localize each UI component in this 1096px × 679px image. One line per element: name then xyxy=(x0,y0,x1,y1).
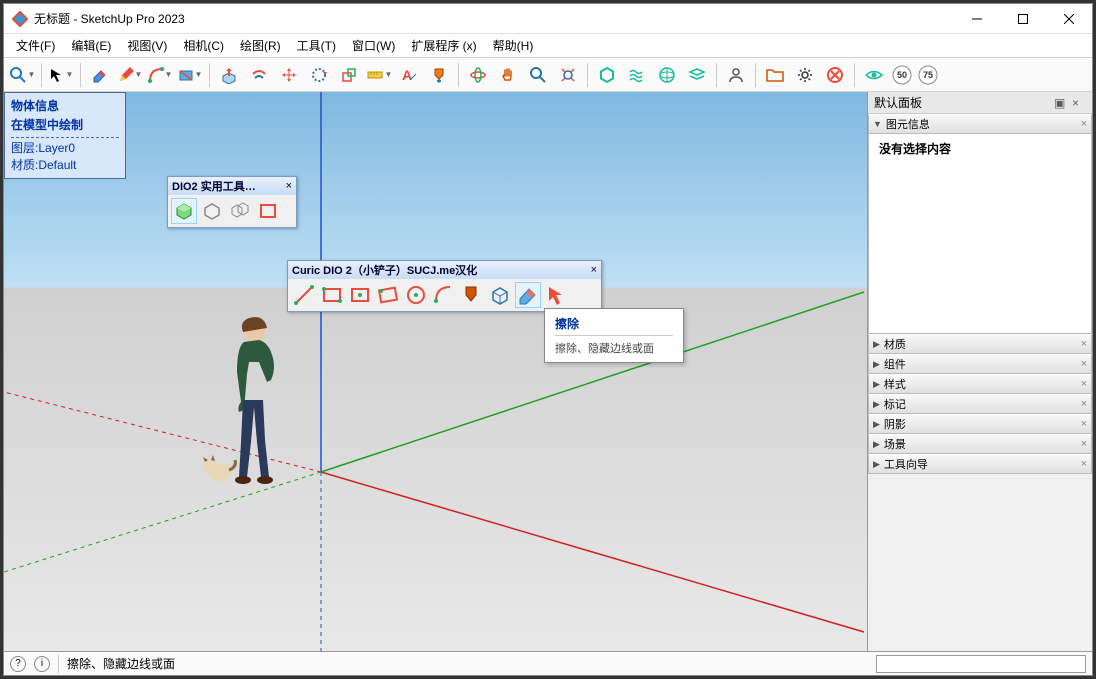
select-tool[interactable]: ▼ xyxy=(47,61,75,89)
curic-eraser-tool[interactable] xyxy=(515,282,541,308)
menu-camera[interactable]: 相机(C) xyxy=(175,35,232,56)
menu-help[interactable]: 帮助(H) xyxy=(485,35,542,56)
curic-circle-tool[interactable] xyxy=(403,282,429,308)
dio2-tools-panel[interactable]: DIO2 实用工具… × xyxy=(167,176,297,228)
paint-tool[interactable] xyxy=(425,61,453,89)
close-button[interactable] xyxy=(1046,4,1092,34)
ext-globe-tool[interactable] xyxy=(653,61,681,89)
info-heading1: 物体信息 xyxy=(11,97,119,116)
visibility-tool[interactable] xyxy=(860,61,888,89)
text-tool[interactable]: A xyxy=(395,61,423,89)
tray-close-icon[interactable]: × xyxy=(1072,96,1086,110)
pan-tool[interactable] xyxy=(494,61,522,89)
badge-50[interactable]: 50 xyxy=(890,61,914,89)
tray-item-components[interactable]: ▶组件× xyxy=(868,354,1092,374)
tray-item-instructor[interactable]: ▶工具向导× xyxy=(868,454,1092,474)
menu-draw[interactable]: 绘图(R) xyxy=(232,35,289,56)
minimize-button[interactable] xyxy=(954,4,1000,34)
arc-tool[interactable]: ▼ xyxy=(146,61,174,89)
curic-line-tool[interactable] xyxy=(291,282,317,308)
curic-rect-rotated-tool[interactable] xyxy=(375,282,401,308)
tooltip: 擦除 擦除、隐藏边线或面 xyxy=(544,308,684,363)
right-panel: 默认面板 ▣ × ▼ 图元信息 × 没有选择内容 ▶材质× ▶组件× ▶样式× … xyxy=(867,92,1092,651)
search-tool[interactable]: ▼ xyxy=(8,61,36,89)
curic-panel-close[interactable]: × xyxy=(591,264,597,276)
tooltip-title: 擦除 xyxy=(555,315,673,336)
titlebar: 无标题 - SketchUp Pro 2023 xyxy=(4,4,1092,34)
scale-figure xyxy=(199,312,309,492)
status-hint: 擦除、隐藏边线或面 xyxy=(67,655,175,672)
rotate-tool[interactable] xyxy=(305,61,333,89)
curic-rect-center-tool[interactable] xyxy=(347,282,373,308)
app-window: 无标题 - SketchUp Pro 2023 文件(F) 编辑(E) 视图(V… xyxy=(3,3,1093,676)
dio2-tool-4[interactable] xyxy=(255,198,281,224)
rectangle-tool[interactable]: ▼ xyxy=(176,61,204,89)
eraser-tool[interactable] xyxy=(86,61,114,89)
dio2-tool-2[interactable] xyxy=(199,198,225,224)
menubar: 文件(F) 编辑(E) 视图(V) 相机(C) 绘图(R) 工具(T) 窗口(W… xyxy=(4,34,1092,58)
scale-tool[interactable] xyxy=(335,61,363,89)
dio2-tool-3[interactable] xyxy=(227,198,253,224)
delete-tool[interactable] xyxy=(821,61,849,89)
tray-item-scenes[interactable]: ▶场景× xyxy=(868,434,1092,454)
tooltip-body: 擦除、隐藏边线或面 xyxy=(555,340,673,356)
dio2-panel-title: DIO2 实用工具… xyxy=(172,178,256,194)
curic-paint-tool[interactable] xyxy=(459,282,485,308)
user-tool[interactable] xyxy=(722,61,750,89)
help-icon[interactable]: ? xyxy=(10,656,26,672)
menu-file[interactable]: 文件(F) xyxy=(8,35,63,56)
statusbar: ? i 擦除、隐藏边线或面 xyxy=(4,651,1092,675)
curic-arc-tool[interactable] xyxy=(431,282,457,308)
orbit-tool[interactable] xyxy=(464,61,492,89)
entity-info-content: 没有选择内容 xyxy=(868,134,1092,334)
curic-cube-tool[interactable] xyxy=(487,282,513,308)
ext-layers-tool[interactable] xyxy=(683,61,711,89)
svg-text:A: A xyxy=(402,67,412,83)
viewport[interactable]: 物体信息 在模型中绘制 图层:Layer0 材质:Default DIO2 实用… xyxy=(4,92,867,651)
zoom-extents-tool[interactable] xyxy=(554,61,582,89)
tray-item-tags[interactable]: ▶标记× xyxy=(868,394,1092,414)
maximize-button[interactable] xyxy=(1000,4,1046,34)
dio2-panel-close[interactable]: × xyxy=(286,180,292,192)
tray-item-shadows[interactable]: ▶阴影× xyxy=(868,414,1092,434)
menu-window[interactable]: 窗口(W) xyxy=(344,35,403,56)
tray-item-close[interactable]: × xyxy=(1081,118,1087,130)
menu-edit[interactable]: 编辑(E) xyxy=(63,35,119,56)
tray-header: 默认面板 ▣ × xyxy=(868,92,1092,114)
ext-hexagon-tool[interactable] xyxy=(593,61,621,89)
curic-rect-tool[interactable] xyxy=(319,282,345,308)
entity-info-overlay: 物体信息 在模型中绘制 图层:Layer0 材质:Default xyxy=(4,92,126,179)
curic-select-tool[interactable] xyxy=(543,282,569,308)
main-toolbar: ▼ ▼ ▼ ▼ ▼ ▼ A 50 75 xyxy=(4,58,1092,92)
tape-tool[interactable]: ▼ xyxy=(365,61,393,89)
badge-75[interactable]: 75 xyxy=(916,61,940,89)
info-heading2: 在模型中绘制 xyxy=(11,116,119,135)
curic-dio2-panel[interactable]: Curic DIO 2（小铲子）SUCJ.me汉化 × xyxy=(287,260,602,312)
curic-panel-title: Curic DIO 2（小铲子）SUCJ.me汉化 xyxy=(292,262,477,278)
tray-item-materials[interactable]: ▶材质× xyxy=(868,334,1092,354)
menu-tools[interactable]: 工具(T) xyxy=(289,35,344,56)
ext-wave-tool[interactable] xyxy=(623,61,651,89)
dio2-tool-1[interactable] xyxy=(171,198,197,224)
tray-item-styles[interactable]: ▶样式× xyxy=(868,374,1092,394)
zoom-tool[interactable] xyxy=(524,61,552,89)
pencil-tool[interactable]: ▼ xyxy=(116,61,144,89)
tray-item-entity-info[interactable]: ▼ 图元信息 × xyxy=(868,114,1092,134)
axes xyxy=(4,92,867,651)
tray-pin-icon[interactable]: ▣ xyxy=(1054,96,1068,110)
offset-tool[interactable] xyxy=(245,61,273,89)
app-icon xyxy=(12,11,28,27)
measurement-box[interactable] xyxy=(876,655,1086,673)
pushpull-tool[interactable] xyxy=(215,61,243,89)
gear-tool[interactable] xyxy=(791,61,819,89)
window-title: 无标题 - SketchUp Pro 2023 xyxy=(34,10,954,27)
menu-extensions[interactable]: 扩展程序 (x) xyxy=(403,35,484,56)
menu-view[interactable]: 视图(V) xyxy=(119,35,175,56)
folder-tool[interactable] xyxy=(761,61,789,89)
info-icon[interactable]: i xyxy=(34,656,50,672)
move-tool[interactable] xyxy=(275,61,303,89)
